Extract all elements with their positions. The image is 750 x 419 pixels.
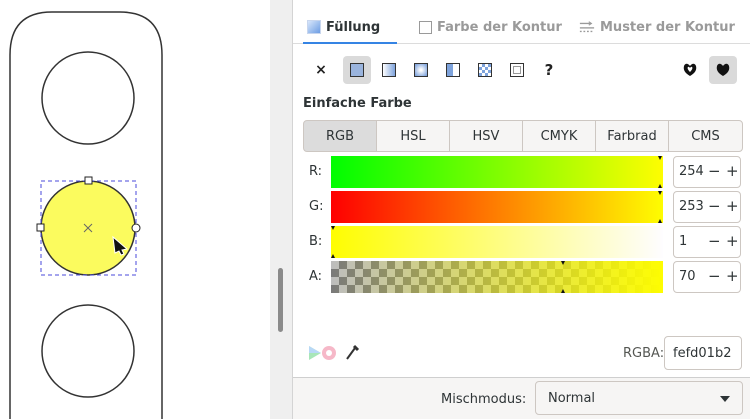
paint-swatch-button[interactable] [503,56,531,84]
blend-mode-select[interactable]: Normal [535,381,743,415]
paint-unset-button[interactable]: ? [535,56,563,84]
slider-track-r[interactable] [331,156,663,188]
slider-marker-a[interactable] [331,261,663,293]
slider-track-b[interactable] [331,226,663,258]
mode-rgb-button[interactable]: RGB [303,120,377,152]
paint-radial-button[interactable] [407,56,435,84]
top-lamp [41,51,135,145]
slider-row-a: A: 70 − + [303,261,743,295]
panel-splitter[interactable] [270,0,292,419]
swatch-icon [510,63,524,77]
spin-r-minus-button[interactable]: − [708,162,721,180]
spin-r[interactable]: 254 − + [673,156,741,188]
rgba-input[interactable]: fefd01b2 [664,336,742,370]
spin-a-plus-button[interactable]: + [726,267,739,285]
tab-stroke-paint-label: Farbe der Kontur [437,19,562,35]
tab-bar: Füllung Farbe der Kontur Muster der Kont… [293,0,750,44]
slider-marker-b[interactable] [331,226,663,258]
handle-left [36,223,45,232]
fill-icon [307,20,321,34]
paint-linear-button[interactable] [375,56,403,84]
drawing-canvas[interactable] [0,0,270,419]
blend-mode-label: Mischmodus: [441,392,527,407]
fill-rule-nonzero-icon [716,63,730,76]
paint-none-button[interactable]: × [307,56,335,84]
spin-a-minus-button[interactable]: − [708,267,721,285]
section-title: Einfache Farbe [303,96,412,111]
radial-gradient-icon [414,63,428,77]
mode-cms-button[interactable]: CMS [668,120,743,152]
slider-label-a: A: [309,269,323,284]
stroke-paint-icon [419,20,432,34]
bottom-lamp [41,304,135,398]
slider-label-r: R: [309,164,323,179]
slider-marker-g[interactable] [331,191,663,223]
rgba-label: RGBA: [623,346,665,361]
mode-cmyk-button[interactable]: CMYK [522,120,596,152]
slider-label-g: G: [309,199,324,214]
paint-type-row: × ? [293,56,750,86]
color-managed-icon [322,346,336,360]
handle-right [131,223,141,233]
mode-hsl-button[interactable]: HSL [376,120,450,152]
handle-top [84,176,93,185]
spin-g-plus-button[interactable]: + [726,197,739,215]
tab-stroke-style[interactable]: Muster der Kontur [579,16,735,38]
slider-track-g[interactable] [331,191,663,223]
none-icon: × [315,62,327,78]
spin-a[interactable]: 70 − + [673,261,741,293]
tab-stroke-paint[interactable]: Farbe der Kontur [419,16,562,38]
bottom-tools [307,342,387,364]
flat-color-icon [350,63,364,77]
eyedropper-icon[interactable] [346,344,360,360]
blend-mode-value: Normal [548,390,596,406]
linear-gradient-icon [382,63,396,77]
fill-stroke-panel: Füllung Farbe der Kontur Muster der Kont… [292,0,750,419]
splitter-grip[interactable] [278,268,283,332]
tab-fill-label: Füllung [326,19,381,35]
slider-row-r: R: 254 − + [303,156,743,190]
fill-rule-evenodd-icon [683,63,697,76]
spin-g-minus-button[interactable]: − [708,197,721,215]
slider-marker-r[interactable] [331,156,663,188]
spin-r-value[interactable]: 254 [679,164,704,179]
slider-row-g: G: 253 − + [303,191,743,225]
active-tab-indicator [303,42,397,44]
paint-mesh-button[interactable] [439,56,467,84]
spin-b-plus-button[interactable]: + [726,232,739,250]
panel-content: Füllung Farbe der Kontur Muster der Kont… [293,0,750,378]
spin-a-value[interactable]: 70 [679,269,696,284]
mode-hsv-button[interactable]: HSV [449,120,523,152]
spin-b-value[interactable]: 1 [679,234,687,249]
spin-g[interactable]: 253 − + [673,191,741,223]
fill-rule-nonzero-button[interactable] [709,56,737,84]
slider-row-b: B: 1 − + [303,226,743,260]
fill-rule-evenodd-button[interactable] [676,56,704,84]
tab-fill[interactable]: Füllung [307,16,380,38]
spin-b-minus-button[interactable]: − [708,232,721,250]
mode-wheel-button[interactable]: Farbrad [595,120,669,152]
mesh-gradient-icon [446,63,460,77]
spin-b[interactable]: 1 − + [673,226,741,258]
spin-r-plus-button[interactable]: + [726,162,739,180]
color-gradient-icon [309,346,321,360]
paint-flat-button[interactable] [343,56,371,84]
stroke-style-icon [579,21,595,33]
tab-stroke-style-label: Muster der Kontur [600,19,735,35]
unset-icon: ? [544,61,554,79]
slider-track-a[interactable] [331,261,663,293]
slider-label-b: B: [309,234,323,249]
spin-g-value[interactable]: 253 [679,199,704,214]
pattern-icon [478,63,492,77]
color-mode-bar: RGB HSL HSV CMYK Farbrad CMS [303,120,743,152]
chevron-down-icon [720,396,730,402]
paint-pattern-button[interactable] [471,56,499,84]
